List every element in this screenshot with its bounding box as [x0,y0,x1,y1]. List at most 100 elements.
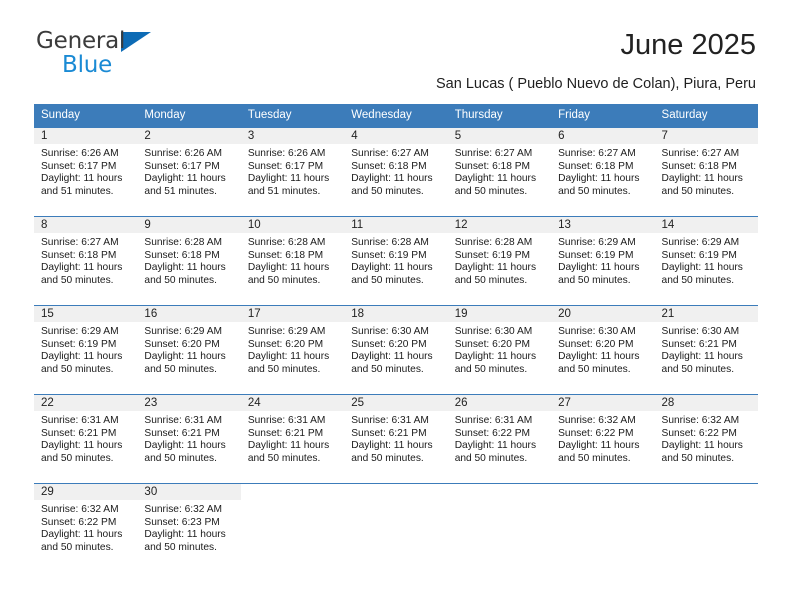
daylight-text-line2: and 50 minutes. [144,452,217,464]
sunrise-text: Sunrise: 6:27 AM [558,148,636,159]
calendar-day-cell[interactable]: 28 Sunrise: 6:32 AM Sunset: 6:22 PM Dayligh… [654,394,758,484]
daylight-text-line1: Daylight: 11 hours [661,262,743,274]
day-number: 22 [34,395,138,411]
sunset-text: Sunset: 6:17 PM [247,160,324,172]
daylight-text-line2: and 50 minutes. [558,363,631,375]
calendar-day-cell[interactable]: 7 Sunrise: 6:27 AM Sunset: 6:18 PM Daylight… [654,127,758,217]
day-number: 1 [34,128,138,144]
sunrise-text: Sunrise: 6:32 AM [558,415,636,426]
sunrise-text: Sunrise: 6:31 AM [41,415,119,426]
calendar-day-cell[interactable]: 11 Sunrise: 6:28 AM Sunset: 6:19 PM Dayligh… [344,216,448,306]
weekday-header-monday: Monday [137,104,241,128]
sunrise-text: Sunrise: 6:32 AM [144,504,223,515]
calendar-day-cell[interactable]: 21 Sunrise: 6:30 AM Sunset: 6:21 PM Dayligh… [654,305,758,395]
weekday-header-wednesday: Wednesday [344,104,448,128]
daylight-text-line2: and 50 minutes. [454,185,528,197]
calendar-day-cell[interactable]: 26 Sunrise: 6:31 AM Sunset: 6:22 PM Dayligh… [447,394,552,484]
sunset-text: Sunset: 6:19 PM [454,249,531,261]
empty-cell [448,484,551,572]
sunset-text: Sunset: 6:19 PM [41,338,117,350]
sunset-text: Sunset: 6:22 PM [454,427,531,439]
sunset-text: Sunset: 6:18 PM [454,160,531,172]
calendar-day-cell[interactable]: 3 Sunrise: 6:26 AM Sunset: 6:17 PM Daylight… [240,127,345,217]
daylight-text-line2: and 50 minutes. [351,452,424,464]
calendar-day-cell[interactable]: 9 Sunrise: 6:28 AM Sunset: 6:18 PM Daylight… [137,216,241,306]
calendar-day-cell[interactable]: 24 Sunrise: 6:31 AM Sunset: 6:21 PM Dayligh… [240,394,345,484]
day-details: Sunrise: 6:32 AM Sunset: 6:22 PM Daylight:… [551,411,654,465]
logo-word-blue: Blue [62,52,113,78]
day-details: Sunrise: 6:31 AM Sunset: 6:21 PM Daylight:… [344,411,447,465]
day-number: 27 [551,395,655,411]
daylight-text-line2: and 50 minutes. [247,363,321,375]
daylight-text-line2: and 50 minutes. [454,274,528,286]
calendar-day-cell[interactable]: 2 Sunrise: 6:26 AM Sunset: 6:17 PM Daylight… [137,127,241,217]
calendar-day-cell[interactable]: 16 Sunrise: 6:29 AM Sunset: 6:20 PM Dayligh… [137,305,241,395]
calendar-day-cell[interactable]: 29 Sunrise: 6:32 AM Sunset: 6:22 PM Dayligh… [34,483,138,572]
day-details: Sunrise: 6:26 AM Sunset: 6:17 PM Daylight:… [137,144,240,198]
sunrise-text: Sunrise: 6:29 AM [661,237,740,248]
day-number: 17 [240,306,345,322]
calendar-day-cell[interactable]: 22 Sunrise: 6:31 AM Sunset: 6:21 PM Dayligh… [34,394,138,484]
day-cell-content: 18 Sunrise: 6:30 AM Sunset: 6:20 PM Dayligh… [344,306,448,394]
day-details: Sunrise: 6:27 AM Sunset: 6:18 PM Daylight:… [448,144,551,198]
day-number: 7 [654,128,758,144]
sunset-text: Sunset: 6:19 PM [661,249,737,261]
logo-triangle-icon [121,32,152,52]
sunset-text: Sunset: 6:17 PM [41,160,117,172]
page-title: June 2025 [620,29,756,61]
day-details: Sunrise: 6:26 AM Sunset: 6:17 PM Daylight:… [241,144,344,198]
daylight-text-line2: and 50 minutes. [558,274,631,286]
daylight-text-line1: Daylight: 11 hours [454,262,537,274]
calendar-day-cell[interactable]: 20 Sunrise: 6:30 AM Sunset: 6:20 PM Dayligh… [551,305,655,395]
calendar-day-cell[interactable]: 15 Sunrise: 6:29 AM Sunset: 6:19 PM Dayligh… [34,305,138,395]
calendar-day-cell[interactable]: 10 Sunrise: 6:28 AM Sunset: 6:18 PM Dayligh… [240,216,345,306]
calendar-day-cell-empty [344,483,448,572]
calendar-day-cell[interactable]: 27 Sunrise: 6:32 AM Sunset: 6:22 PM Dayligh… [551,394,655,484]
calendar-day-cell[interactable]: 8 Sunrise: 6:27 AM Sunset: 6:18 PM Daylight… [34,216,138,306]
calendar-body: 1 Sunrise: 6:26 AM Sunset: 6:17 PM Daylight… [34,127,758,572]
day-details: Sunrise: 6:28 AM Sunset: 6:18 PM Daylight:… [241,233,344,287]
day-number: 2 [137,128,241,144]
daylight-text-line1: Daylight: 11 hours [144,262,226,274]
day-number: 13 [551,217,655,233]
general-blue-logo[interactable]: General Blue [36,28,152,78]
day-cell-content: 15 Sunrise: 6:29 AM Sunset: 6:19 PM Dayligh… [34,306,138,394]
sunrise-text: Sunrise: 6:31 AM [247,415,326,426]
day-cell-content: 3 Sunrise: 6:26 AM Sunset: 6:17 PM Daylight… [240,128,345,216]
calendar-day-cell[interactable]: 30 Sunrise: 6:32 AM Sunset: 6:23 PM Dayligh… [137,483,241,572]
calendar-day-cell[interactable]: 5 Sunrise: 6:27 AM Sunset: 6:18 PM Daylight… [447,127,552,217]
day-cell-content: 7 Sunrise: 6:27 AM Sunset: 6:18 PM Daylight… [654,128,758,216]
daylight-text-line1: Daylight: 11 hours [661,173,743,185]
daylight-text-line2: and 50 minutes. [247,274,321,286]
daylight-text-line1: Daylight: 11 hours [144,173,226,185]
daylight-text-line1: Daylight: 11 hours [351,262,433,274]
calendar-day-cell[interactable]: 25 Sunrise: 6:31 AM Sunset: 6:21 PM Dayligh… [344,394,448,484]
calendar-day-cell[interactable]: 1 Sunrise: 6:26 AM Sunset: 6:17 PM Daylight… [34,127,138,217]
day-details: Sunrise: 6:31 AM Sunset: 6:21 PM Daylight:… [34,411,137,465]
calendar-week-row: 29 Sunrise: 6:32 AM Sunset: 6:22 PM Dayligh… [34,483,758,572]
calendar-day-cell[interactable]: 6 Sunrise: 6:27 AM Sunset: 6:18 PM Daylight… [551,127,655,217]
calendar-day-cell[interactable]: 19 Sunrise: 6:30 AM Sunset: 6:20 PM Dayligh… [447,305,552,395]
day-cell-content: 9 Sunrise: 6:28 AM Sunset: 6:18 PM Daylight… [137,217,241,305]
daylight-text-line1: Daylight: 11 hours [247,262,330,274]
calendar-page: General Blue June 2025 San Lucas ( Puebl… [0,0,792,612]
day-cell-content: 10 Sunrise: 6:28 AM Sunset: 6:18 PM Dayligh… [240,217,345,305]
calendar-day-cell[interactable]: 17 Sunrise: 6:29 AM Sunset: 6:20 PM Dayligh… [240,305,345,395]
calendar-day-cell[interactable]: 23 Sunrise: 6:31 AM Sunset: 6:21 PM Dayligh… [137,394,241,484]
day-number: 21 [654,306,758,322]
sunrise-text: Sunrise: 6:26 AM [41,148,119,159]
sunrise-text: Sunrise: 6:28 AM [351,237,429,248]
sunrise-text: Sunrise: 6:26 AM [247,148,326,159]
calendar-day-cell[interactable]: 14 Sunrise: 6:29 AM Sunset: 6:19 PM Dayligh… [654,216,758,306]
day-details: Sunrise: 6:29 AM Sunset: 6:20 PM Daylight:… [137,322,240,376]
day-cell-content: 6 Sunrise: 6:27 AM Sunset: 6:18 PM Daylight… [551,128,655,216]
calendar-day-cell[interactable]: 12 Sunrise: 6:28 AM Sunset: 6:19 PM Dayligh… [447,216,552,306]
weekday-header-tuesday: Tuesday [240,104,345,128]
calendar-day-cell[interactable]: 4 Sunrise: 6:27 AM Sunset: 6:18 PM Daylight… [344,127,448,217]
day-number: 26 [447,395,552,411]
daylight-text-line1: Daylight: 11 hours [454,351,537,363]
calendar-day-cell[interactable]: 13 Sunrise: 6:29 AM Sunset: 6:19 PM Dayligh… [551,216,655,306]
calendar-day-cell[interactable]: 18 Sunrise: 6:30 AM Sunset: 6:20 PM Dayligh… [344,305,448,395]
sunset-text: Sunset: 6:18 PM [558,160,634,172]
logo-word-general: General [36,28,126,54]
